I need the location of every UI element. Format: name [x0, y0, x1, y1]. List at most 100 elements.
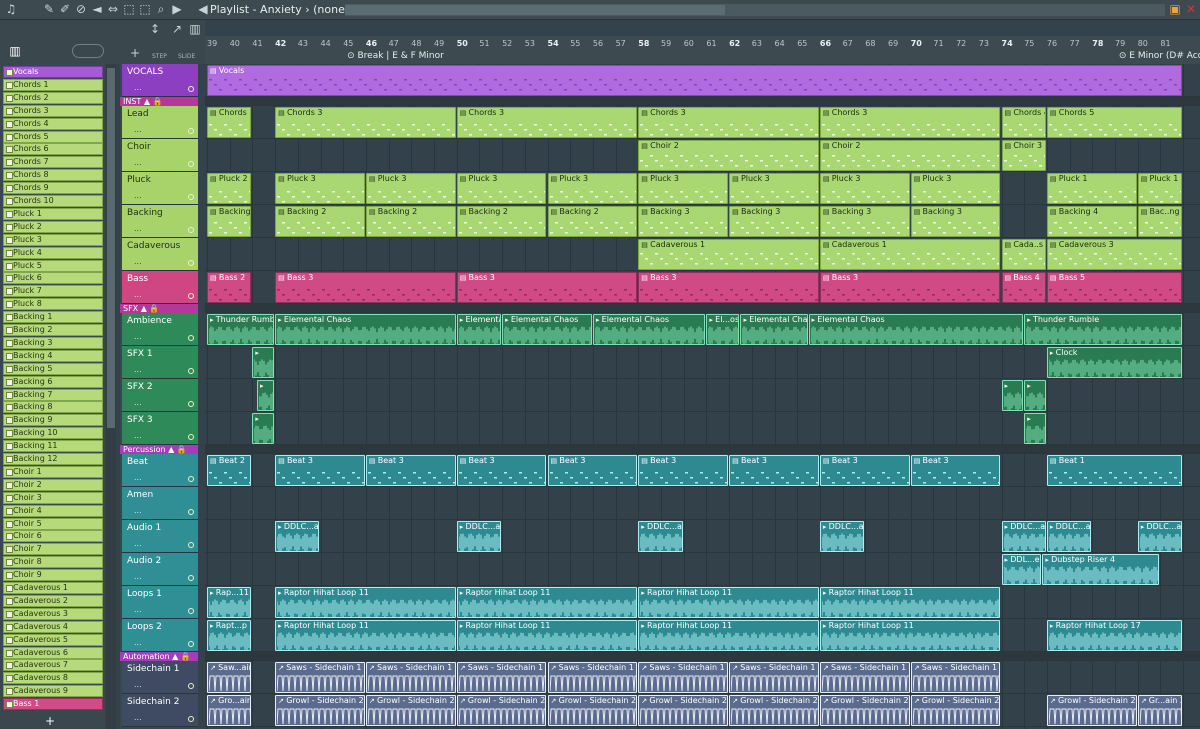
pattern-clip[interactable]: DDL...erse	[1001, 554, 1042, 585]
track-group-header[interactable]: INST ▲ 🔒	[120, 97, 198, 106]
track-group-header[interactable]: SFX ▲ 🔒	[120, 304, 198, 313]
track-mute-led[interactable]	[188, 575, 194, 581]
slip-icon[interactable]: ⇔	[106, 2, 120, 16]
pattern-clip[interactable]: Growl - Sidechain 2	[456, 695, 547, 726]
pattern-clip[interactable]	[252, 413, 275, 444]
pattern-item[interactable]: Cadaverous 5	[3, 633, 103, 646]
track-mute-led[interactable]	[188, 683, 194, 689]
pattern-clip[interactable]: Growl - Sidechain 2	[275, 695, 365, 726]
pattern-item[interactable]: Backing 1	[3, 311, 103, 324]
pattern-clip[interactable]: Raptor Hihat Loop 17	[1046, 620, 1183, 651]
track-header[interactable]: Loops 1...	[122, 586, 198, 619]
track-mute-led[interactable]	[188, 161, 194, 167]
pattern-item[interactable]: Cadaverous 7	[3, 659, 103, 672]
playlist-arrangement[interactable]: VocalsChords 2Chords 3Chords 3Chords 3Ch…	[205, 64, 1200, 729]
pattern-item[interactable]: Cadaverous 8	[3, 672, 103, 685]
track-mute-led[interactable]	[188, 542, 194, 548]
track-mute-led[interactable]	[188, 716, 194, 722]
track-header[interactable]: Pluck...	[122, 172, 198, 205]
pattern-clip[interactable]: Elemental Chaos	[502, 314, 592, 345]
pencil-icon[interactable]: ✎	[42, 2, 56, 16]
track-mute-led[interactable]	[188, 194, 194, 200]
track-mute-led[interactable]	[188, 434, 194, 440]
pattern-item[interactable]: Choir 7	[3, 543, 103, 556]
pattern-clip[interactable]: Cadaverous 3	[1046, 239, 1183, 270]
pattern-item[interactable]: Choir 9	[3, 569, 103, 582]
pattern-clip[interactable]: Cada..s 2	[1001, 239, 1046, 270]
pattern-item[interactable]: Choir 6	[3, 530, 103, 543]
pattern-clip[interactable]: Elemental Chaos	[275, 314, 456, 345]
pattern-item[interactable]: Cadaverous 3	[3, 607, 103, 620]
pattern-clip[interactable]: Pluck 1	[1137, 173, 1183, 204]
pattern-clip[interactable]: Growl - Sidechain 2	[1046, 695, 1137, 726]
pattern-clip[interactable]: Raptor Hihat Loop 11	[275, 587, 456, 618]
picker-scrollbar[interactable]	[106, 64, 116, 729]
pattern-item[interactable]: Chords 7	[3, 156, 103, 169]
pattern-item[interactable]: Pluck 2	[3, 220, 103, 233]
pattern-clip[interactable]: Rap...11	[207, 587, 252, 618]
pattern-clip[interactable]: Elemental Chaos	[456, 314, 502, 345]
pattern-clip[interactable]: Thunder Rumble	[1024, 314, 1183, 345]
pattern-clip[interactable]: Growl - Sidechain 2	[910, 695, 1001, 726]
pattern-clip[interactable]: Backing 3	[638, 206, 729, 237]
pattern-item[interactable]: Chords 6	[3, 143, 103, 156]
pattern-clip[interactable]: Bass 3	[456, 272, 638, 303]
pattern-clip[interactable]: Chords 3	[819, 107, 1001, 138]
pattern-item[interactable]: Backing 4	[3, 349, 103, 362]
track-header[interactable]: Beat...	[122, 454, 198, 487]
pattern-clip[interactable]: Growl - Sidechain 2	[365, 695, 456, 726]
pattern-item[interactable]: Chords 8	[3, 169, 103, 182]
piano-roll-icon[interactable]: ▥	[188, 22, 202, 36]
pattern-clip[interactable]: Chords 2	[207, 107, 252, 138]
pattern-item[interactable]: Chords 9	[3, 182, 103, 195]
track-mute-led[interactable]	[188, 227, 194, 233]
pattern-clip[interactable]: Gr...ain 2	[1137, 695, 1183, 726]
pattern-clip[interactable]: Chords 4	[1001, 107, 1046, 138]
track-header[interactable]: Ambience...	[122, 313, 198, 346]
select-area-icon[interactable]: ⬚	[138, 2, 152, 16]
pattern-item[interactable]: Backing 7	[3, 388, 103, 401]
pattern-item[interactable]: Pluck 1	[3, 207, 103, 220]
pattern-clip[interactable]: Backing 2	[456, 206, 547, 237]
pattern-clip[interactable]: Elemental Chaos	[740, 314, 808, 345]
pattern-clip[interactable]: DDLC...ash	[1137, 521, 1183, 552]
speaker-icon[interactable]: ◄	[90, 2, 104, 16]
pattern-item[interactable]: Chords 1	[3, 78, 103, 91]
pattern-clip[interactable]: Raptor Hihat Loop 11	[638, 587, 819, 618]
pattern-clip[interactable]: Cadaverous 1	[819, 239, 1001, 270]
pattern-clip[interactable]: DDLC...ash	[819, 521, 865, 552]
pattern-clip[interactable]	[256, 380, 275, 411]
pattern-clip[interactable]: Choir 3	[1001, 140, 1046, 171]
track-group-header[interactable]: Percussion ▲ 🔒	[120, 445, 198, 454]
overview-thumb[interactable]	[345, 5, 725, 15]
headphones-icon[interactable]: ♫	[4, 2, 18, 16]
pattern-clip[interactable]: Saws - Sidechain 1	[729, 662, 819, 693]
pattern-clip[interactable]: Backing 2	[365, 206, 456, 237]
track-header[interactable]: Audio 2...	[122, 553, 198, 586]
track-header[interactable]: SFX 1...	[122, 346, 198, 379]
pattern-item[interactable]: Backing 5	[3, 362, 103, 375]
pattern-clip[interactable]: Pluck 2	[207, 173, 252, 204]
pattern-clip[interactable]: Pluck 3	[638, 173, 729, 204]
pattern-clip[interactable]: Growl - Sidechain 2	[819, 695, 910, 726]
pattern-clip[interactable]: Saws - Sidechain 1	[910, 662, 1001, 693]
track-header[interactable]: Backing...	[122, 205, 198, 238]
track-mute-led[interactable]	[188, 401, 194, 407]
zoom-icon[interactable]: ⌕	[154, 2, 168, 16]
pattern-clip[interactable]: Bass 4	[1001, 272, 1046, 303]
track-header[interactable]: VOCALS...	[122, 64, 198, 97]
pattern-clip[interactable]: Raptor Hihat Loop 11	[819, 620, 1001, 651]
pattern-clip[interactable]: Backing 3	[729, 206, 819, 237]
pattern-clip[interactable]: Cadaverous 1	[638, 239, 819, 270]
step-label[interactable]: STEP	[152, 53, 167, 60]
pattern-item[interactable]: Chords 4	[3, 117, 103, 130]
pattern-clip[interactable]: Beat 1	[1046, 455, 1183, 486]
pattern-item[interactable]: Chords 10	[3, 195, 103, 207]
pattern-clip[interactable]: Beat 3	[547, 455, 638, 486]
pattern-clip[interactable]: Elemental Chaos	[808, 314, 1024, 345]
pattern-clip[interactable]: Raptor Hihat Loop 11	[638, 620, 819, 651]
pattern-clip[interactable]	[252, 347, 275, 378]
brush-icon[interactable]: ✐	[58, 2, 72, 16]
pattern-item[interactable]: Pluck 5	[3, 259, 103, 272]
track-header[interactable]: Amen...	[122, 487, 198, 520]
